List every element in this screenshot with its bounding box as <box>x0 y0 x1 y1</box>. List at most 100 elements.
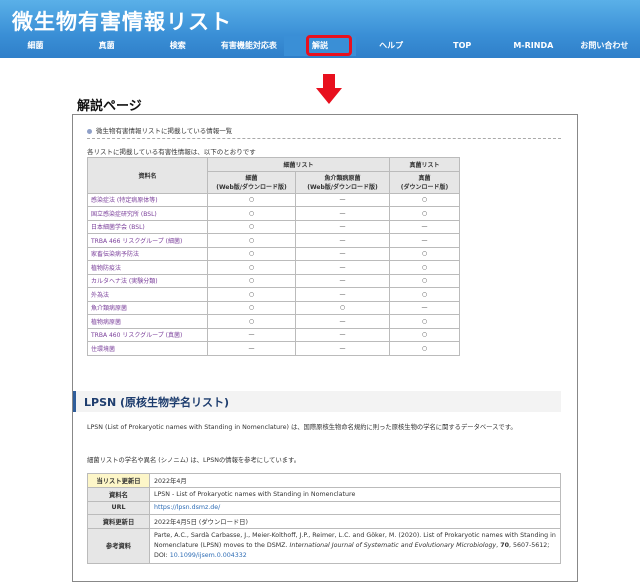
table-row: カルタヘナ法 (実験分類) ○ — ○ <box>87 273 461 288</box>
label-source-updated: 資料更新日 <box>87 513 150 529</box>
site-title[interactable]: 微生物有害情報リスト <box>12 6 232 36</box>
table-row: TRBA 466 リスクグループ (細菌) ○ — — <box>87 233 461 248</box>
cell-fish: — <box>294 341 391 356</box>
table-row: 参考資料 Parte, A.C., Sardà Carbasse, J., Me… <box>87 527 561 564</box>
table-row: 資料更新日 2022年4月5日 (ダウンロード日) <box>87 513 561 529</box>
cell-bacteria: — <box>207 341 296 356</box>
cell-fish: — <box>294 192 391 207</box>
table-row: 家畜伝染病予防法 ○ — ○ <box>87 246 461 261</box>
label-source: 資料名 <box>87 487 150 502</box>
section-divider <box>87 138 561 139</box>
cell-fish: — <box>294 273 391 288</box>
lpsn-url-link[interactable]: https://lpsn.dsmz.de/ <box>154 504 220 511</box>
cell-fungi: — <box>389 233 461 248</box>
cell-bacteria: ○ <box>207 314 296 329</box>
table-row: TRBA 460 リスクグループ (真菌) — — ○ <box>87 327 461 342</box>
table-row: 植物病原菌 ○ — ○ <box>87 314 461 329</box>
cell-fungi: ○ <box>389 327 461 342</box>
nav-item-bacteria[interactable]: 細菌 <box>0 36 71 56</box>
ref-doi-link[interactable]: 10.1099/ijsem.0.004332 <box>170 552 247 559</box>
col-header-fungi: 真菌 (ダウンロード版) <box>389 170 461 194</box>
cell-bacteria: ○ <box>207 219 296 234</box>
table-row: 感染症法 (特定病原体等) ○ — ○ <box>87 192 461 207</box>
lpsn-section-heading: LPSN (原核生物学名リスト) <box>73 391 561 412</box>
label-reference: 参考資料 <box>87 527 150 564</box>
cell-bacteria: ○ <box>207 260 296 275</box>
value-reference: Parte, A.C., Sardà Carbasse, J., Meier-K… <box>149 527 561 564</box>
table-row: 国立感染症研究所 (BSL) ○ — ○ <box>87 206 461 221</box>
table-row: URL https://lpsn.dsmz.de/ <box>87 501 561 515</box>
nav-highlight-box <box>306 35 352 56</box>
nav-item-search[interactable]: 検索 <box>142 36 213 56</box>
commentary-panel: 微生物有害情報リストに掲載している情報一覧 各リストに掲載している有害性情報は、… <box>72 114 578 582</box>
nav-item-help[interactable]: ヘルプ <box>356 36 427 56</box>
lpsn-info-table: 当リスト更新日 2022年4月 資料名 LPSN - List of Proka… <box>87 473 561 564</box>
cell-name[interactable]: TRBA 460 リスクグループ (真菌) <box>87 327 208 342</box>
lpsn-description: LPSN (List of Prokaryotic names with Sta… <box>87 424 517 431</box>
cell-fish: ○ <box>294 300 391 315</box>
cell-name[interactable]: 日本細菌学会 (BSL) <box>87 219 208 234</box>
table-row: 植物防疫法 ○ — ○ <box>87 260 461 275</box>
cell-fungi: ○ <box>389 341 461 356</box>
cell-fish: — <box>294 219 391 234</box>
cell-fungi: ○ <box>389 273 461 288</box>
cell-fungi: ○ <box>389 206 461 221</box>
cell-fungi: — <box>389 219 461 234</box>
cell-bacteria: — <box>207 327 296 342</box>
cell-fungi: ○ <box>389 192 461 207</box>
value-list-updated: 2022年4月 <box>149 473 561 488</box>
table-row: 魚介類病原菌 ○ ○ — <box>87 300 461 315</box>
cell-fish: — <box>294 260 391 275</box>
lpsn-heading-text: LPSN (原核生物学名リスト) <box>84 396 230 409</box>
cell-name[interactable]: 国立感染症研究所 (BSL) <box>87 206 208 221</box>
col-header-bacteria-list: 細菌リスト <box>206 157 391 172</box>
col-header-source: 資料名 <box>87 157 208 194</box>
label-url: URL <box>87 501 150 515</box>
page-label: 解説ページ <box>77 99 142 114</box>
table-row: 資料名 LPSN - List of Prokaryotic names wit… <box>87 487 561 502</box>
section-title: 微生物有害情報リストに掲載している情報一覧 <box>87 125 232 135</box>
value-source-updated: 2022年4月5日 (ダウンロード日) <box>149 513 561 529</box>
label-list-updated: 当リスト更新日 <box>87 473 150 488</box>
col-header-fish: 魚介類病原菌 (Web版/ダウンロード版) <box>294 170 391 194</box>
cell-name[interactable]: 魚介類病原菌 <box>87 300 208 315</box>
section-title-text: 微生物有害情報リストに掲載している情報一覧 <box>96 127 233 135</box>
harm-info-table: 資料名 細菌リスト 真菌リスト 細菌 (Web版/ダウンロード版) 魚介類病原菌(… <box>87 157 461 356</box>
cell-fish: — <box>294 206 391 221</box>
bullet-icon <box>87 128 92 134</box>
cell-fish: — <box>294 327 391 342</box>
cell-name[interactable]: 家畜伝染病予防法 <box>87 246 208 261</box>
cell-bacteria: ○ <box>207 233 296 248</box>
cell-bacteria: ○ <box>207 192 296 207</box>
table-row: 日本細菌学会 (BSL) ○ — — <box>87 219 461 234</box>
table-row: 当リスト更新日 2022年4月 <box>87 473 561 488</box>
cell-fungi: ○ <box>389 287 461 302</box>
nav-item-fungi[interactable]: 真菌 <box>71 36 142 56</box>
ref-journal: International Journal of Systematic and … <box>289 541 497 549</box>
table-row: 外為法 ○ — ○ <box>87 287 461 302</box>
ref-volume: 70 <box>500 541 509 549</box>
cell-fungi: — <box>389 300 461 315</box>
cell-fish: — <box>294 287 391 302</box>
col-header-fungi-list: 真菌リスト <box>389 157 461 172</box>
section-intro: 各リストに掲載している有害性情報は、以下のとおりです <box>87 148 256 156</box>
cell-bacteria: ○ <box>207 287 296 302</box>
cell-fish: — <box>294 246 391 261</box>
cell-fish: — <box>294 314 391 329</box>
cell-name[interactable]: 植物病原菌 <box>87 314 208 329</box>
cell-name[interactable]: 外為法 <box>87 287 208 302</box>
nav-item-top[interactable]: TOP <box>427 36 498 56</box>
cell-bacteria: ○ <box>207 206 296 221</box>
cell-name[interactable]: 住環境菌 <box>87 341 208 356</box>
value-source: LPSN - List of Prokaryotic names with St… <box>149 487 561 502</box>
cell-bacteria: ○ <box>207 300 296 315</box>
nav-item-harm-table[interactable]: 有害機能対応表 <box>213 36 284 56</box>
nav-item-contact[interactable]: お問い合わせ <box>569 36 640 56</box>
cell-bacteria: ○ <box>207 246 296 261</box>
nav-item-m-rinda[interactable]: M-RINDA <box>498 36 569 56</box>
cell-name[interactable]: カルタヘナ法 (実験分類) <box>87 273 208 288</box>
cell-name[interactable]: 感染症法 (特定病原体等) <box>87 192 208 207</box>
cell-name[interactable]: 植物防疫法 <box>87 260 208 275</box>
cell-fungi: ○ <box>389 260 461 275</box>
cell-name[interactable]: TRBA 466 リスクグループ (細菌) <box>87 233 208 248</box>
